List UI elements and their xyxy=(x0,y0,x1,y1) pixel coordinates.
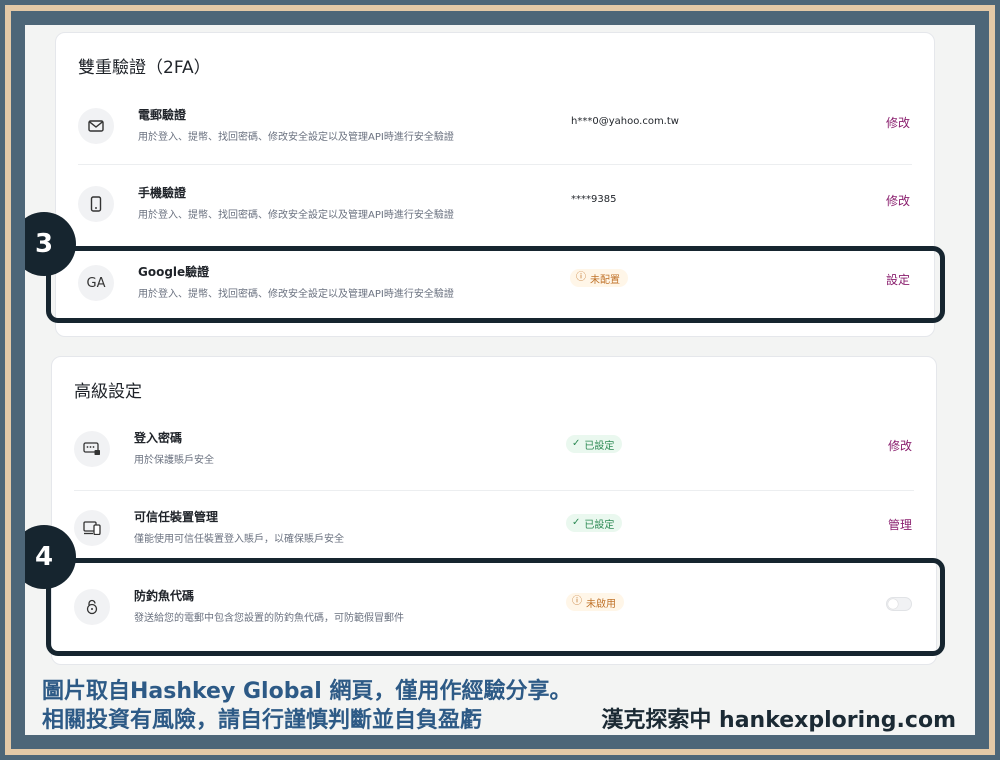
divider xyxy=(74,490,914,491)
two-factor-title: 雙重驗證（2FA） xyxy=(78,58,211,78)
advanced-settings-title: 高級設定 xyxy=(74,382,142,402)
row-description: 用於登入、提幣、找回密碼、修改安全設定以及管理API時進行安全驗證 xyxy=(138,210,454,221)
check-icon: ✓ xyxy=(572,517,581,528)
row-description: 僅能使用可信任裝置登入賬戶，以確保賬戶安全 xyxy=(134,534,344,545)
phone-icon xyxy=(78,186,114,222)
trusted-devices-row: 可信任裝置管理 僅能使用可信任裝置登入賬戶，以確保賬戶安全 ✓ 已設定 管理 xyxy=(52,494,936,564)
divider xyxy=(78,164,912,165)
check-icon: ✓ xyxy=(572,438,581,449)
status-badge: ✓ 已設定 xyxy=(566,514,623,532)
status-badge: ✓ 已設定 xyxy=(566,435,623,453)
highlight-box-anti-phishing xyxy=(46,558,945,656)
password-keyboard-icon xyxy=(74,431,110,467)
highlight-box-google-auth xyxy=(46,246,945,323)
email-value: h***0@yahoo.com.tw xyxy=(571,116,679,127)
status-badge-label: 已設定 xyxy=(584,519,615,531)
caption-line-1: 圖片取自Hashkey Global 網頁，僅用作經驗分享。 xyxy=(42,679,572,704)
login-password-row: 登入密碼 用於保護賬戶安全 ✓ 已設定 修改 xyxy=(52,415,936,485)
email-verification-row: 電郵驗證 用於登入、提幣、找回密碼、修改安全設定以及管理API時進行安全驗證 h… xyxy=(56,92,934,162)
manage-devices-button[interactable]: 管理 xyxy=(888,516,912,533)
phone-verification-row: 手機驗證 用於登入、提幣、找回密碼、修改安全設定以及管理API時進行安全驗證 *… xyxy=(56,170,934,240)
row-title: 電郵驗證 xyxy=(138,108,187,122)
devices-icon xyxy=(74,510,110,546)
edit-phone-button[interactable]: 修改 xyxy=(886,192,910,209)
row-title: 手機驗證 xyxy=(138,186,187,200)
envelope-icon xyxy=(78,108,114,144)
status-badge-label: 已設定 xyxy=(584,440,615,452)
edit-email-button[interactable]: 修改 xyxy=(886,114,910,131)
site-credit: 漢克探索中 hankexploring.com xyxy=(601,708,956,733)
edit-password-button[interactable]: 修改 xyxy=(888,437,912,454)
screenshot-area: 雙重驗證（2FA） 電郵驗證 用於登入、提幣、找回密碼、修改安全設定以及管理AP… xyxy=(25,25,975,735)
row-title: 可信任裝置管理 xyxy=(134,510,219,524)
row-description: 用於保護賬戶安全 xyxy=(134,455,214,466)
phone-value: ****9385 xyxy=(571,194,617,205)
row-title: 登入密碼 xyxy=(134,431,183,445)
row-description: 用於登入、提幣、找回密碼、修改安全設定以及管理API時進行安全驗證 xyxy=(138,132,454,143)
caption-line-2: 相關投資有風險，請自行謹慎判斷並自負盈虧 xyxy=(42,708,483,733)
